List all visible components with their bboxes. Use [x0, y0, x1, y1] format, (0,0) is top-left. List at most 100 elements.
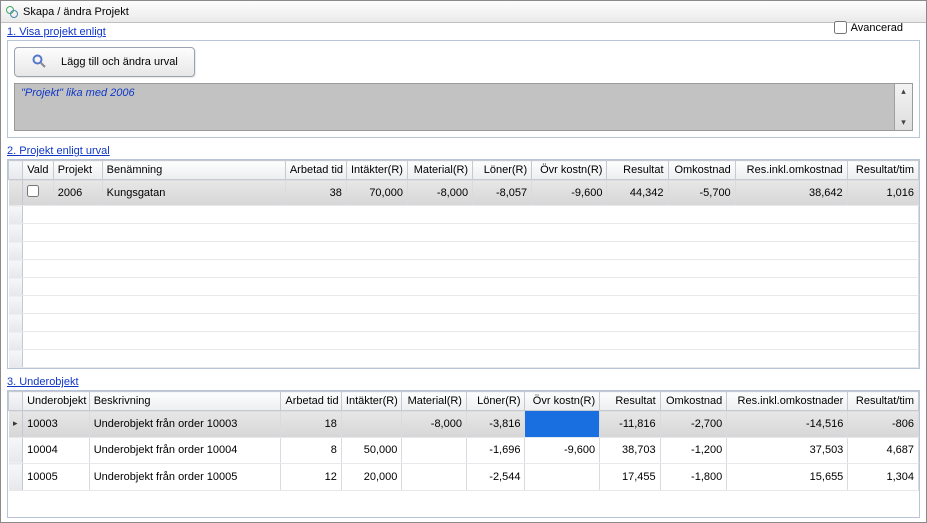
row-selector[interactable]: [9, 411, 23, 438]
section3-label: 3. Underobjekt: [1, 373, 926, 390]
filter-text: "Projekt" lika med 2006: [15, 84, 894, 130]
col-benamning[interactable]: Benämning: [102, 161, 285, 180]
cell-restim[interactable]: 1,016: [847, 180, 918, 206]
cell-vald[interactable]: [23, 180, 54, 206]
col-arbetad[interactable]: Arbetad tid: [285, 161, 346, 180]
subobject-row[interactable]: 10004 Underobjekt från order 10004 8 50,…: [9, 437, 919, 464]
filter-text-box: "Projekt" lika med 2006 ▴ ▾: [14, 83, 913, 131]
cell-loner[interactable]: -8,057: [473, 180, 532, 206]
row-selector[interactable]: [9, 180, 23, 206]
cell-restim[interactable]: 1,304: [848, 464, 919, 491]
cell-loner[interactable]: -2,544: [466, 464, 525, 491]
cell-projekt[interactable]: 2006: [53, 180, 102, 206]
col-material[interactable]: Material(R): [402, 392, 467, 411]
col-material[interactable]: Material(R): [407, 161, 472, 180]
cell-omkostnad[interactable]: -5,700: [668, 180, 735, 206]
cell-arbetad[interactable]: 12: [281, 464, 342, 491]
cell-intakter[interactable]: [341, 411, 402, 438]
cell-omkostnad[interactable]: -2,700: [660, 411, 727, 438]
col-under[interactable]: Underobjekt: [23, 392, 90, 411]
col-intakter[interactable]: Intäkter(R): [346, 161, 407, 180]
add-edit-selection-button[interactable]: Lägg till och ändra urval: [14, 47, 195, 77]
scroll-down-icon[interactable]: ▾: [901, 115, 906, 130]
cell-resinkl[interactable]: 37,503: [727, 437, 848, 464]
section1-label: 1. Visa projekt enligt: [1, 23, 926, 40]
cell-under[interactable]: 10004: [23, 437, 90, 464]
cell-arbetad[interactable]: 8: [281, 437, 342, 464]
cell-resultat[interactable]: 38,703: [600, 437, 661, 464]
col-restim[interactable]: Resultat/tim: [847, 161, 918, 180]
cell-resinkl[interactable]: 15,655: [727, 464, 848, 491]
col-resinkl[interactable]: Res.inkl.omkostnad: [735, 161, 847, 180]
col-resinkl[interactable]: Res.inkl.omkostnader: [727, 392, 848, 411]
col-restim[interactable]: Resultat/tim: [848, 392, 919, 411]
cell-loner[interactable]: -3,816: [466, 411, 525, 438]
row-selector[interactable]: [9, 437, 23, 464]
cell-material[interactable]: -8,000: [407, 180, 472, 206]
cell-benamning[interactable]: Kungsgatan: [102, 180, 285, 206]
cell-omkostnad[interactable]: -1,800: [660, 464, 727, 491]
col-omkostnad[interactable]: Omkostnad: [668, 161, 735, 180]
filter-panel: Lägg till och ändra urval Avancerad "Pro…: [7, 40, 920, 138]
empty-row: [9, 350, 919, 368]
cell-intakter[interactable]: 20,000: [341, 464, 402, 491]
col-ovr[interactable]: Övr kostn(R): [525, 392, 600, 411]
empty-row: [9, 242, 919, 260]
cell-under[interactable]: 10005: [23, 464, 90, 491]
row-selector-header: [9, 392, 23, 411]
subobjects-grid[interactable]: Underobjekt Beskrivning Arbetad tid Intä…: [7, 390, 920, 518]
cell-ovr[interactable]: -9,600: [525, 437, 600, 464]
cell-material[interactable]: -8,000: [402, 411, 467, 438]
col-intakter[interactable]: Intäkter(R): [341, 392, 402, 411]
vald-checkbox[interactable]: [27, 185, 39, 197]
col-loner[interactable]: Löner(R): [466, 392, 525, 411]
advanced-toggle[interactable]: Avancerad: [834, 21, 903, 34]
cell-intakter[interactable]: 70,000: [346, 180, 407, 206]
projects-grid[interactable]: Vald Projekt Benämning Arbetad tid Intäk…: [7, 159, 920, 369]
subobjects-header-row: Underobjekt Beskrivning Arbetad tid Intä…: [9, 392, 919, 411]
cell-beskr[interactable]: Underobjekt från order 10003: [89, 411, 281, 438]
cell-beskr[interactable]: Underobjekt från order 10005: [89, 464, 281, 491]
cell-resinkl[interactable]: -14,516: [727, 411, 848, 438]
add-button-label: Lägg till och ändra urval: [61, 56, 178, 68]
subobject-row[interactable]: 10005 Underobjekt från order 10005 12 20…: [9, 464, 919, 491]
cell-ovr[interactable]: -9,600: [532, 180, 607, 206]
cell-resultat[interactable]: 17,455: [600, 464, 661, 491]
col-loner[interactable]: Löner(R): [473, 161, 532, 180]
col-projekt[interactable]: Projekt: [53, 161, 102, 180]
advanced-checkbox[interactable]: [834, 21, 847, 34]
cell-under[interactable]: 10003: [23, 411, 90, 438]
col-vald[interactable]: Vald: [23, 161, 54, 180]
cell-resinkl[interactable]: 38,642: [735, 180, 847, 206]
col-beskr[interactable]: Beskrivning: [89, 392, 281, 411]
cell-arbetad[interactable]: 38: [285, 180, 346, 206]
cell-restim[interactable]: 4,687: [848, 437, 919, 464]
cell-ovr[interactable]: [525, 464, 600, 491]
cell-material[interactable]: [402, 464, 467, 491]
cell-resultat[interactable]: -11,816: [600, 411, 661, 438]
search-icon: [31, 53, 47, 72]
col-resultat[interactable]: Resultat: [607, 161, 668, 180]
col-resultat[interactable]: Resultat: [600, 392, 661, 411]
project-row[interactable]: 2006 Kungsgatan 38 70,000 -8,000 -8,057 …: [9, 180, 919, 206]
cell-restim[interactable]: -806: [848, 411, 919, 438]
cell-resultat[interactable]: 44,342: [607, 180, 668, 206]
cell-loner[interactable]: -1,696: [466, 437, 525, 464]
empty-row: [9, 296, 919, 314]
empty-row: [9, 260, 919, 278]
subobject-row[interactable]: 10003 Underobjekt från order 10003 18 -8…: [9, 411, 919, 438]
col-arbetad[interactable]: Arbetad tid: [281, 392, 342, 411]
col-omkostnad[interactable]: Omkostnad: [660, 392, 727, 411]
cell-beskr[interactable]: Underobjekt från order 10004: [89, 437, 281, 464]
col-ovr[interactable]: Övr kostn(R): [532, 161, 607, 180]
cell-arbetad[interactable]: 18: [281, 411, 342, 438]
window-title: Skapa / ändra Projekt: [23, 6, 129, 18]
scroll-up-icon[interactable]: ▴: [901, 84, 906, 99]
advanced-label: Avancerad: [851, 22, 903, 34]
cell-ovr[interactable]: [525, 411, 600, 438]
cell-intakter[interactable]: 50,000: [341, 437, 402, 464]
cell-material[interactable]: [402, 437, 467, 464]
cell-omkostnad[interactable]: -1,200: [660, 437, 727, 464]
filter-scrollbar[interactable]: ▴ ▾: [894, 84, 912, 130]
row-selector[interactable]: [9, 464, 23, 491]
